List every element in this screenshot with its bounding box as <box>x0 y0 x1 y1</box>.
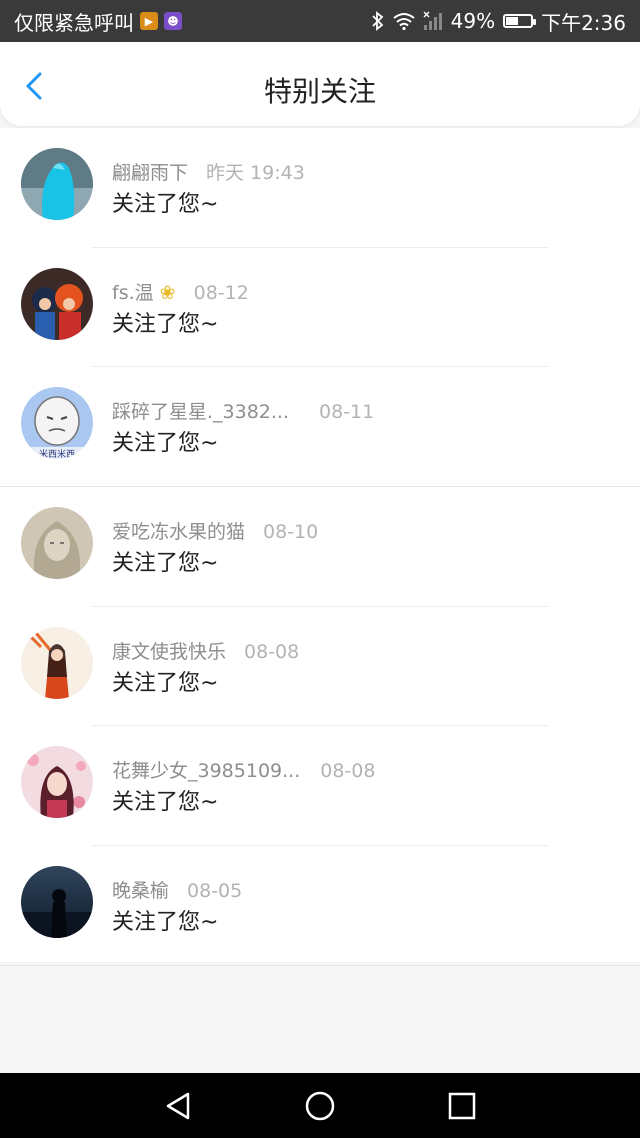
divider <box>0 964 640 966</box>
list-item[interactable]: 康文使我快乐 08-08 关注了您~ <box>0 607 640 727</box>
list-item[interactable]: 米西米西 踩碎了星星._3382... 08-11 关注了您~ <box>0 367 640 488</box>
avatar[interactable] <box>21 626 93 699</box>
app-icon: ☻ <box>164 12 182 30</box>
recents-nav-icon[interactable] <box>448 1092 476 1120</box>
timestamp: 08-12 <box>193 281 249 304</box>
home-nav-icon[interactable] <box>304 1090 336 1122</box>
list-item[interactable]: 爱吃冻水果的猫 08-10 关注了您~ <box>0 487 640 607</box>
user-name[interactable]: 爱吃冻水果的猫 <box>112 517 245 544</box>
battery-percent: 49% <box>450 9 496 33</box>
avatar[interactable] <box>21 746 93 819</box>
timestamp: 08-08 <box>244 640 300 663</box>
bluetooth-icon <box>371 11 383 31</box>
user-name[interactable]: 踩碎了星星._3382... <box>112 397 289 424</box>
avatar[interactable] <box>21 866 93 939</box>
system-nav-bar <box>0 1073 640 1138</box>
message-text: 关注了您~ <box>112 670 219 696</box>
list-item[interactable]: 翩翩雨下 昨天 19:43 关注了您~ <box>0 128 640 248</box>
status-time: 下午2:36 <box>541 10 626 35</box>
status-bar: 仅限紧急呼叫 ▶ ☻ 49% 下午2:36 <box>0 0 640 42</box>
battery-icon <box>503 14 537 28</box>
avatar[interactable] <box>21 148 93 220</box>
user-name[interactable]: fs.温 ❀ <box>112 278 176 305</box>
avatar-caption: 米西米西 <box>39 448 75 459</box>
avatar[interactable] <box>21 267 93 340</box>
timestamp: 08-10 <box>263 521 319 544</box>
timestamp: 昨天 19:43 <box>206 162 305 184</box>
status-carrier-text: 仅限紧急呼叫 <box>14 10 134 35</box>
timestamp: 08-05 <box>187 880 243 903</box>
app-header: 特别关注 <box>0 42 640 126</box>
list-item[interactable]: fs.温 ❀ 08-12 关注了您~ <box>0 248 640 368</box>
message-text: 关注了您~ <box>112 311 219 337</box>
back-nav-icon[interactable] <box>164 1091 192 1121</box>
wifi-icon <box>393 13 415 30</box>
user-name[interactable]: 花舞少女_3985109... <box>112 756 300 783</box>
message-text: 关注了您~ <box>112 551 219 577</box>
signal-icon <box>423 11 442 30</box>
battery-level <box>506 17 518 25</box>
media-icon: ▶ <box>140 12 158 30</box>
avatar[interactable] <box>21 507 93 580</box>
message-text: 关注了您~ <box>112 192 219 217</box>
user-name[interactable]: 翩翩雨下 <box>112 158 188 185</box>
list-item[interactable]: 花舞少女_3985109... 08-08 关注了您~ <box>0 726 640 847</box>
message-text: 关注了您~ <box>112 431 219 457</box>
timestamp: 08-11 <box>319 401 375 424</box>
user-name[interactable]: 晚桑榆 <box>112 876 169 903</box>
message-text: 关注了您~ <box>112 910 219 936</box>
page-title: 特别关注 <box>263 75 376 108</box>
flower-icon: ❀ <box>153 281 176 304</box>
message-text: 关注了您~ <box>112 790 219 816</box>
follow-list: 翩翩雨下 昨天 19:43 关注了您~ fs.温 ❀ 08-12 关注了您~ 米西米… <box>0 128 640 966</box>
avatar[interactable]: 米西米西 <box>21 387 93 460</box>
timestamp: 08-08 <box>320 760 376 783</box>
list-item[interactable]: 晚桑榆 08-05 关注了您~ <box>0 846 640 966</box>
user-name[interactable]: 康文使我快乐 <box>112 637 226 664</box>
